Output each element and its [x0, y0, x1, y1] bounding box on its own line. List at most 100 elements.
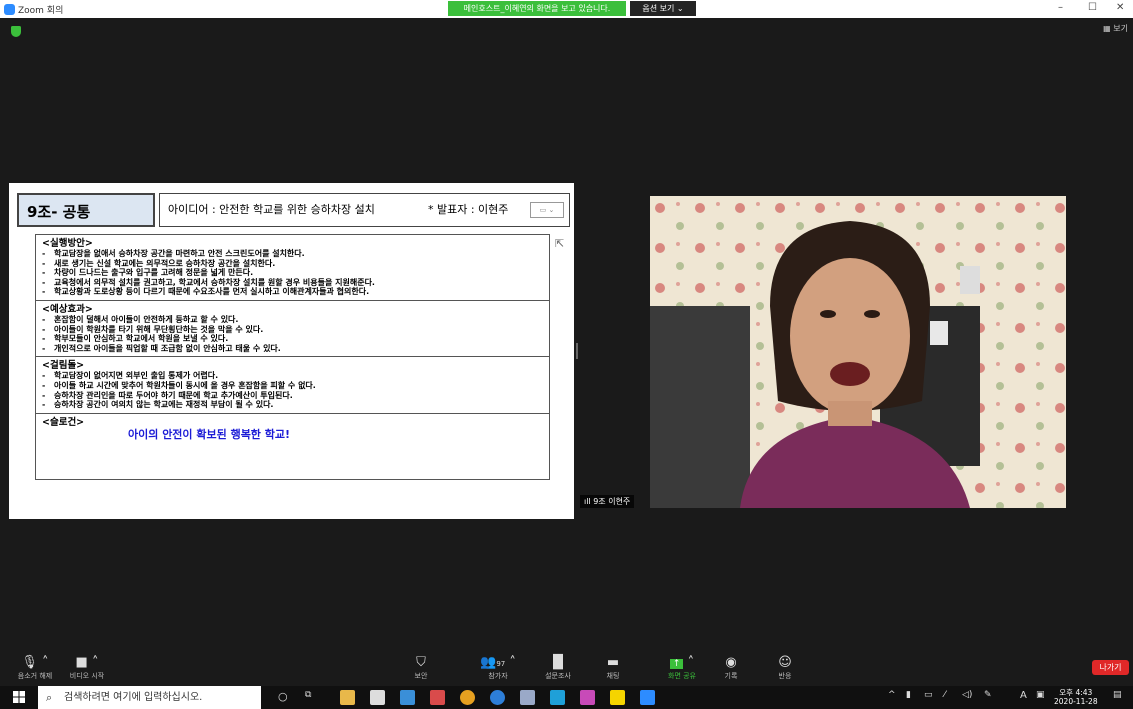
- app-icon[interactable]: [430, 690, 445, 705]
- list-item: 학교상황과 도로상황 등이 다르기 때문에 수요조사를 먼저 실시하고 이해관계…: [42, 287, 543, 297]
- list-item: 혼잡함이 덜해서 아이들이 안전하게 등하교 할 수 있다.: [42, 315, 543, 325]
- taskbar-clock[interactable]: 오후 4:43 2020-11-28: [1054, 688, 1098, 706]
- edge-icon[interactable]: [490, 690, 505, 705]
- clock-date: 2020-11-28: [1054, 697, 1098, 706]
- file-explorer-icon[interactable]: [340, 690, 355, 705]
- search-icon: ⌕: [46, 691, 53, 704]
- list-item: 학부모들이 안심하고 학교에서 학원을 보낼 수 있다.: [42, 334, 543, 344]
- share-screen-icon: ↑ ˄: [660, 655, 704, 671]
- polls-label: 설문조사: [545, 672, 571, 680]
- share-screen-button[interactable]: ↑ ˄ 화면 공유: [660, 655, 704, 681]
- chat-label: 채팅: [606, 672, 620, 680]
- shared-screen: 9조- 공통 아이디어 : 안전한 학교를 위한 승하차장 설치 * 발표자 :…: [9, 183, 574, 519]
- slide-dropdown[interactable]: ▭ ⌄: [530, 202, 564, 218]
- zoom-taskbar-icon[interactable]: [640, 690, 655, 705]
- microphone-muted-icon: 🎙 ˄: [21, 655, 49, 670]
- view-button-label: 보기: [1113, 24, 1128, 33]
- keyboard-icon[interactable]: ▣: [1036, 690, 1045, 700]
- minimize-button[interactable]: –: [1058, 2, 1063, 13]
- ime-indicator[interactable]: A: [1020, 690, 1027, 701]
- app3-icon[interactable]: [580, 690, 595, 705]
- section-heading: <예상효과>: [42, 303, 93, 315]
- store-icon[interactable]: [370, 690, 385, 705]
- participant-name-tag: ıll 9조 이현주: [580, 495, 635, 508]
- start-video-label: 비디오 시작: [69, 672, 105, 680]
- reactions-button[interactable]: ☺ 반응: [772, 655, 798, 681]
- section-plan: <실행방안> 학교담장을 없애서 승하차장 공간을 마련하고 안전 스크린도어를…: [36, 235, 549, 301]
- windows-taskbar: ⌕ 검색하려면 여기에 입력하십시오. ○ ⧉ ^ ▮ ▭ ⁄ ◁) ✎ A ▣…: [0, 686, 1133, 709]
- meeting-toolbar: 🎙 ˄ 음소거 해제 ■ ˄ 비디오 시작 ⛉ 보안 👥97 ˄ 참가자 ▐▌ …: [0, 653, 1133, 684]
- share-screen-label: 화면 공유: [668, 672, 696, 680]
- record-button[interactable]: ◉ 기록: [718, 655, 744, 681]
- windows-start-icon[interactable]: [13, 691, 25, 703]
- list-item: 학교담장이 없어지면 외부인 출입 통제가 어렵다.: [42, 371, 543, 381]
- record-icon: ◉: [725, 655, 737, 670]
- security-label: 보안: [414, 672, 428, 680]
- chat-bubble-icon: ▬: [606, 655, 620, 670]
- pen-icon[interactable]: ✎: [984, 690, 992, 700]
- mail-icon[interactable]: [400, 690, 415, 705]
- zoom-logo-icon: [4, 4, 15, 15]
- participant-video-frame: [650, 196, 1066, 508]
- list-item: 승하차장 공간이 여의치 않는 학교에는 재정적 부담이 될 수 있다.: [42, 400, 543, 410]
- task-view-icon[interactable]: ⧉: [305, 690, 311, 700]
- chrome-icon[interactable]: [460, 690, 475, 705]
- list-item: 개인적으로 아이들을 픽업할 때 조급함 없이 안심하고 태울 수 있다.: [42, 344, 543, 354]
- security-button[interactable]: ⛉ 보안: [410, 655, 432, 681]
- presenter-label: * 발표자 : 이현주: [428, 203, 509, 216]
- idea-header: 아이디어 : 안전한 학교를 위한 승하차장 설치 * 발표자 : 이현주 ▭ …: [159, 193, 570, 227]
- list-item: 학교담장을 없애서 승하차장 공간을 마련하고 안전 스크린도어를 설치한다.: [42, 249, 543, 259]
- cortana-icon[interactable]: ○: [278, 690, 288, 703]
- signal-icon: ıll: [584, 497, 591, 506]
- polls-button[interactable]: ▐▌ 설문조사: [540, 655, 576, 681]
- participant-video: [650, 196, 1066, 508]
- leave-meeting-button[interactable]: 나가기: [1092, 660, 1129, 675]
- view-button[interactable]: ▦ 보기: [1103, 23, 1128, 34]
- volume-icon[interactable]: ◁): [962, 690, 972, 700]
- section-heading: <실행방안>: [42, 238, 93, 249]
- participants-icon: 👥97 ˄: [480, 655, 516, 670]
- participants-count: 97: [496, 660, 506, 668]
- app2-icon[interactable]: [550, 690, 565, 705]
- maximize-button[interactable]: ☐: [1088, 2, 1097, 13]
- tray-chevron-icon[interactable]: ^: [888, 690, 896, 700]
- grid-icon: ▦: [1103, 24, 1111, 33]
- view-options-button[interactable]: 옵션 보기 ⌄: [630, 1, 696, 16]
- participants-label: 참가자: [488, 672, 508, 680]
- battery-icon[interactable]: ▭: [924, 690, 933, 700]
- record-label: 기록: [724, 672, 738, 680]
- section-effects: <예상효과> 혼잡함이 덜해서 아이들이 안전하게 등하교 할 수 있다. 아이…: [36, 301, 549, 358]
- taskbar-search-input[interactable]: ⌕ 검색하려면 여기에 입력하십시오.: [38, 686, 261, 709]
- section-obstacles: <걸림돌> 학교담장이 없어지면 외부인 출입 통제가 어렵다. 아이들 하교 …: [36, 357, 549, 414]
- chat-button[interactable]: ▬ 채팅: [598, 655, 628, 681]
- list-item: 승하차장 관리인을 따로 두어야 하기 때문에 학교 추가예산이 투입된다.: [42, 391, 543, 401]
- kakaotalk-icon[interactable]: [610, 690, 625, 705]
- idea-title: 아이디어 : 안전한 학교를 위한 승하차장 설치: [168, 203, 375, 216]
- start-video-button[interactable]: ■ ˄ 비디오 시작: [62, 655, 112, 681]
- app-title: Zoom 회의: [18, 6, 64, 16]
- reactions-label: 반응: [778, 672, 792, 680]
- participant-name: 9조 이현주: [593, 497, 631, 506]
- section-heading: <걸림돌>: [42, 360, 85, 372]
- list-item: 아이들이 학원차를 타기 위해 무단횡단하는 것을 막을 수 있다.: [42, 325, 543, 335]
- list-item: 아이들 하교 시간에 맞추어 학원차들이 동시에 올 경우 혼잡함을 피할 수 …: [42, 381, 543, 391]
- unmute-label: 음소거 해제: [17, 672, 53, 680]
- search-placeholder: 검색하려면 여기에 입력하십시오.: [64, 692, 203, 703]
- network-icon[interactable]: ⁄: [944, 690, 946, 700]
- title-bar: Zoom 회의 메인호스트_이혜연의 화면을 보고 있습니다. 옵션 보기 ⌄ …: [0, 0, 1133, 18]
- participants-button[interactable]: 👥97 ˄ 참가자: [470, 655, 526, 681]
- paint-icon[interactable]: [520, 690, 535, 705]
- split-view-handle[interactable]: [576, 343, 578, 359]
- unmute-button[interactable]: 🎙 ˄ 음소거 해제: [12, 655, 58, 681]
- share-banner: 메인호스트_이혜연의 화면을 보고 있습니다.: [448, 1, 626, 16]
- mouse-cursor-icon: ⇱: [555, 237, 565, 250]
- usb-icon[interactable]: ▮: [906, 690, 911, 700]
- polls-chart-icon: ▐▌: [548, 655, 568, 670]
- slogan-text: 아이의 안전이 확보된 행복한 학교!: [128, 427, 291, 441]
- notifications-icon[interactable]: ▤: [1113, 690, 1122, 700]
- encryption-shield-icon[interactable]: [11, 26, 21, 37]
- clock-time: 오후 4:43: [1059, 688, 1093, 697]
- close-button[interactable]: ✕: [1116, 2, 1124, 13]
- section-heading: <슬로건>: [42, 416, 85, 428]
- video-off-icon: ■ ˄: [75, 655, 99, 670]
